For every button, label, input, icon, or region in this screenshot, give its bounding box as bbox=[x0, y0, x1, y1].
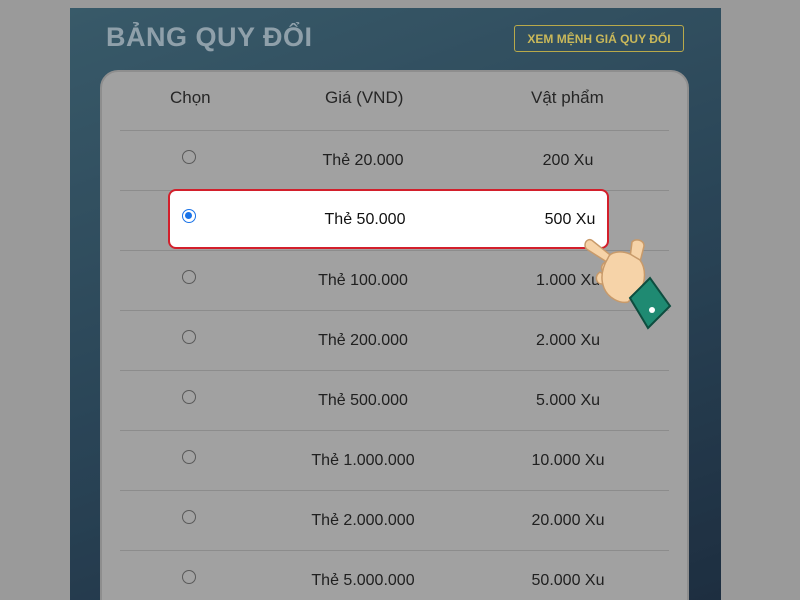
view-denominations-button[interactable]: XEM MỆNH GIÁ QUY ĐỔI bbox=[514, 25, 684, 52]
row-price: Thẻ 5.000.000 bbox=[311, 572, 415, 589]
row-item: 20.000 Xu bbox=[531, 512, 605, 529]
row-radio[interactable] bbox=[182, 150, 196, 164]
row-price: Thẻ 50.000 bbox=[324, 211, 406, 228]
table-row[interactable]: Thẻ 1.000.000 10.000 Xu bbox=[120, 430, 669, 490]
row-item: 200 Xu bbox=[542, 152, 594, 169]
row-item: 500 Xu bbox=[544, 211, 596, 228]
row-radio-selected[interactable] bbox=[182, 209, 196, 223]
page-title: BẢNG QUY ĐỔI bbox=[106, 22, 313, 52]
row-item: 5.000 Xu bbox=[535, 392, 601, 409]
column-header-item: Vật phẩm bbox=[531, 88, 604, 107]
row-price: Thẻ 20.000 bbox=[322, 152, 404, 169]
row-radio[interactable] bbox=[182, 450, 196, 464]
column-header-choose: Chọn bbox=[170, 88, 211, 107]
row-price: Thẻ 100.000 bbox=[318, 272, 408, 289]
row-radio[interactable] bbox=[182, 270, 196, 284]
table-row[interactable]: Thẻ 20.000 200 Xu bbox=[120, 130, 669, 190]
table-row[interactable]: Thẻ 500.000 5.000 Xu bbox=[120, 370, 669, 430]
row-price: Thẻ 500.000 bbox=[318, 392, 408, 409]
table-row[interactable]: Thẻ 2.000.000 20.000 Xu bbox=[120, 490, 669, 550]
row-radio[interactable] bbox=[182, 510, 196, 524]
row-item: 50.000 Xu bbox=[531, 572, 605, 589]
row-radio[interactable] bbox=[182, 330, 196, 344]
row-price: Thẻ 200.000 bbox=[318, 332, 408, 349]
row-radio[interactable] bbox=[182, 390, 196, 404]
row-item: 10.000 Xu bbox=[531, 452, 605, 469]
pointing-hand-icon bbox=[584, 238, 672, 330]
table-row-selected[interactable]: Thẻ 50.000 500 Xu bbox=[168, 189, 609, 249]
column-header-price: Giá (VND) bbox=[325, 88, 404, 107]
row-item: 2.000 Xu bbox=[535, 332, 601, 349]
row-radio[interactable] bbox=[182, 570, 196, 584]
row-price: Thẻ 2.000.000 bbox=[311, 512, 415, 529]
row-price: Thẻ 1.000.000 bbox=[311, 452, 415, 469]
table-row[interactable]: Thẻ 5.000.000 50.000 Xu bbox=[120, 550, 669, 600]
